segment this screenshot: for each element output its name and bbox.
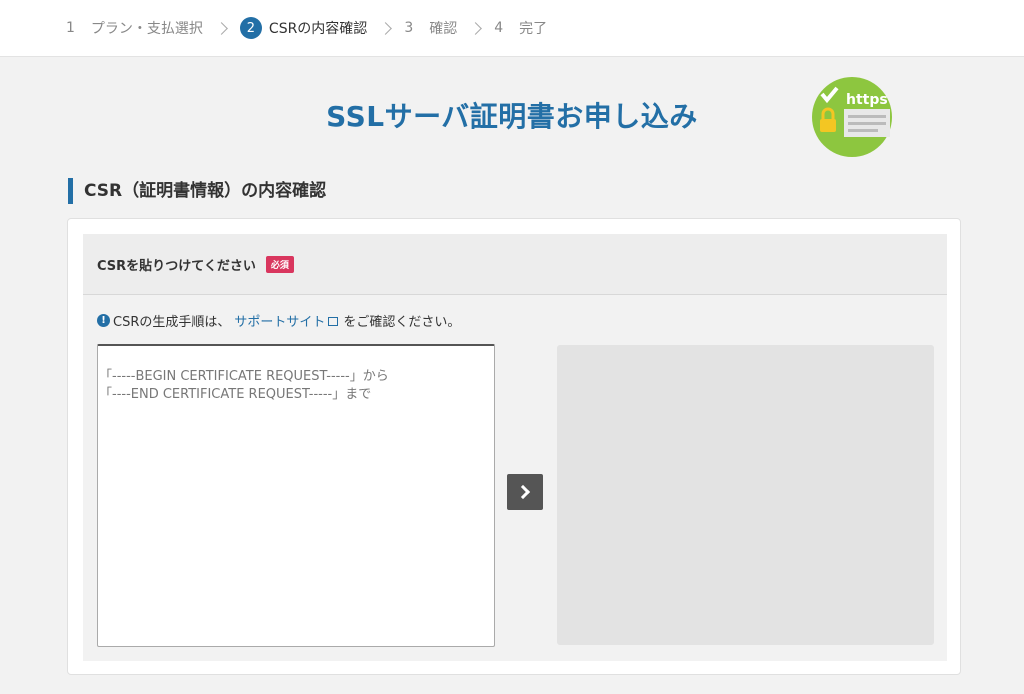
field-label: CSRを貼りつけてください — [97, 258, 256, 274]
step-label: プラン・支払選択 — [90, 21, 203, 37]
step-1: 1 プラン・支払選択 — [66, 18, 203, 38]
logo-text: https — [846, 92, 888, 108]
help-text: ! CSRの生成手順は、 サポートサイト をご確認ください。 — [97, 311, 460, 330]
section-title: CSR（証明書情報）の内容確認 — [68, 178, 326, 204]
chevron-right-icon — [379, 21, 393, 35]
step-2: 2 CSRの内容確認 — [239, 17, 368, 39]
step-number: 1 — [66, 20, 75, 36]
chevron-right-icon — [515, 484, 531, 500]
csr-field-group: CSRを貼りつけてください 必須 ! CSRの生成手順は、 サポートサイト をご… — [83, 234, 947, 661]
step-label: 完了 — [519, 21, 548, 37]
help-prefix: CSRの生成手順は、 — [113, 315, 231, 330]
csr-result-area — [557, 345, 934, 645]
csr-panel: CSRを貼りつけてください 必須 ! CSRの生成手順は、 サポートサイト をご… — [67, 218, 961, 675]
step-number: 4 — [494, 20, 504, 36]
step-number-active: 2 — [239, 17, 262, 39]
progress-stepper: 1 プラン・支払選択 2 CSRの内容確認 3 確認 4 完了 — [0, 0, 1024, 57]
help-suffix: をご確認ください。 — [343, 315, 461, 330]
csr-input[interactable] — [97, 344, 495, 647]
https-lock-icon: https — [812, 77, 892, 157]
step-label: CSRの内容確認 — [268, 21, 368, 37]
step-4: 4 完了 — [494, 18, 547, 38]
info-circle-icon: ! — [97, 314, 110, 327]
step-label: 確認 — [429, 21, 458, 37]
chevron-right-icon — [469, 21, 483, 35]
chevron-right-icon — [215, 21, 228, 35]
external-link-icon — [328, 317, 339, 326]
step-number: 3 — [404, 20, 414, 36]
required-badge: 必須 — [265, 255, 294, 273]
field-header: CSRを貼りつけてください 必須 — [83, 234, 947, 295]
decode-csr-button[interactable] — [507, 474, 543, 510]
support-site-link[interactable]: サポートサイト — [234, 311, 325, 330]
step-3: 3 確認 — [404, 18, 457, 38]
